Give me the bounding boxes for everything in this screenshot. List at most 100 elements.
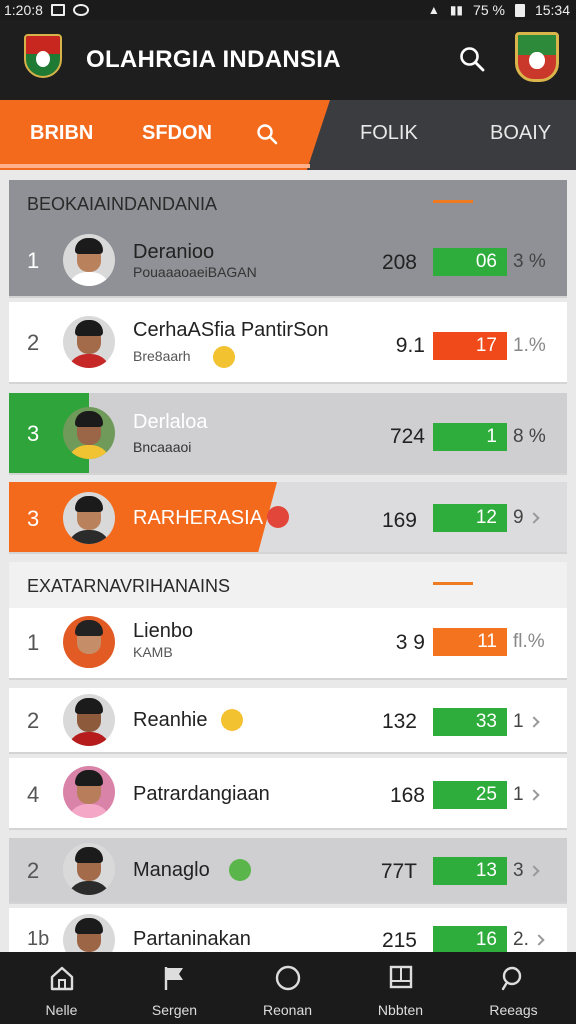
table-row[interactable]: 1 Lienbo KAMB 3 9 11 fl.% [9,608,567,680]
player-value: 169 [381,509,417,532]
score-badge: 1 [433,423,507,451]
player-team: KAMB [133,644,173,660]
flag-icon [164,967,183,990]
nav-nbbten[interactable]: Nbbten [343,952,458,1024]
row-percent: 1.% [513,335,546,356]
wifi-icon: ▲ [427,3,440,17]
player-avatar [63,407,115,459]
status-bar: 1:20:8 ▲ ▮▮ 75 % 15:34 [0,0,576,20]
player-avatar [63,766,115,818]
row-rank-change[interactable]: 1 [513,784,540,806]
player-name: Deranioo [133,241,215,263]
section-header: EXATARNAVRIHANAINS [9,562,567,608]
tab-boaiy[interactable]: BOAIY [490,122,551,145]
nav-label: Nelle [45,1002,78,1018]
search-icon [501,966,522,991]
tab-search-icon[interactable] [256,123,278,145]
player-name: RARHERASIA [133,507,264,529]
player-avatar [63,234,115,286]
section-accent-line [433,200,473,203]
table-row[interactable]: 2 Managlo 77T 13 3 [9,838,567,904]
section-title: BEOKAIAINDANDANIA [27,194,218,214]
player-name: CerhaASfia PantirSon [133,319,329,341]
search-icon[interactable] [459,46,485,72]
score-badge: 06 [433,248,507,276]
row-rank-change[interactable]: 1 [513,711,540,733]
player-team: PouaaaoaeiBAGAN [133,264,257,280]
row-tail-value: 1 [513,784,524,805]
bottom-navigation: Nelle Sergen Reonan Nbbten Reeags [0,952,576,1024]
player-avatar [63,492,115,544]
nav-label: Reonan [262,1002,313,1018]
player-name: Lienbo [133,620,194,642]
player-avatar [63,616,115,668]
tab-bribn[interactable]: BRIBN [30,122,93,145]
app-title: OLAHRGIA INDANSIA [86,46,341,73]
row-tail-value: 9 [513,507,524,528]
status-time-right: 15:34 [534,2,570,18]
row-rank-change[interactable]: 2. [513,929,545,951]
eye-icon [72,4,89,16]
club-crest-icon[interactable] [24,34,62,78]
table-row[interactable]: 1b Partaninakan 215 16 2. [9,908,567,954]
score-badge: 11 [433,628,507,656]
team-badge-icon[interactable] [515,32,559,82]
player-team: Bncaaaoi [133,439,192,455]
row-rank-change[interactable]: 9 [513,507,540,529]
player-value: 168 [389,784,425,807]
player-name: Derlaloa [133,411,208,433]
nav-label: Nbbten [377,1002,424,1018]
table-row[interactable]: 3 Derlaloa Bncaaaoi 724 1 8 % [9,393,567,475]
row-percent: 3 % [513,251,546,272]
section-header: BEOKAIAINDANDANIA [9,180,567,226]
table-row[interactable]: 2 CerhaASfia PantirSon Bre8aarh 9.1 17 1… [9,302,567,384]
player-avatar [63,914,115,952]
row-tail-value: 2. [513,929,529,950]
score-badge: 25 [433,781,507,809]
score-badge: 33 [433,708,507,736]
signal-icon: ▮▮ [449,3,464,17]
flag-icon [267,506,289,528]
row-tail-value: 1 [513,711,524,732]
table-row[interactable]: 2 Reanhie 132 33 1 [9,688,567,754]
row-rank: 2 [27,330,40,355]
score-badge: 16 [433,926,507,952]
row-rank: 1 [27,248,40,273]
chevron-right-icon [527,512,540,524]
badge-icon [213,346,235,368]
table-row[interactable]: 3 RARHERASIA 169 12 9 [9,482,567,554]
nav-reeags[interactable]: Reeags [456,952,571,1024]
player-value: 3 9 [395,631,425,654]
battery-percent: 75 % [473,2,505,18]
nav-sergen[interactable]: Sergen [117,952,232,1024]
player-avatar [63,694,115,746]
nav-label: Reeags [489,1002,538,1018]
nav-label: Sergen [151,1002,198,1018]
player-name: Partaninakan [133,928,251,950]
table-row[interactable]: 4 Patrardangiaan 168 25 1 [9,758,567,830]
badge-icon [221,709,243,731]
player-name: Managlo [133,859,210,881]
battery-icon [514,3,525,17]
row-percent: fl.% [513,631,545,652]
row-rank-change[interactable]: 3 [513,860,540,882]
nav-reonan[interactable]: Reonan [230,952,345,1024]
chevron-right-icon [527,716,540,728]
nav-home[interactable]: Nelle [4,952,119,1024]
row-rank: 3 [27,506,40,531]
player-value: 9.1 [395,334,425,357]
row-rank: 2 [27,708,40,733]
player-avatar [63,316,115,368]
table-row[interactable]: 1 Deranioo PouaaaoaeiBAGAN 208 06 3 % [9,226,567,298]
circle-icon [275,965,301,991]
row-rank: 2 [27,858,40,883]
row-rank: 1b [27,928,50,950]
tab-sfdon[interactable]: SFDON [142,122,212,145]
row-percent: 8 % [513,426,546,447]
player-name: Reanhie [133,709,208,731]
score-badge: 17 [433,332,507,360]
tab-folik[interactable]: FOLIK [360,122,418,145]
gallery-icon [50,4,65,16]
chevron-right-icon [527,865,540,877]
player-value: 724 [389,425,425,448]
